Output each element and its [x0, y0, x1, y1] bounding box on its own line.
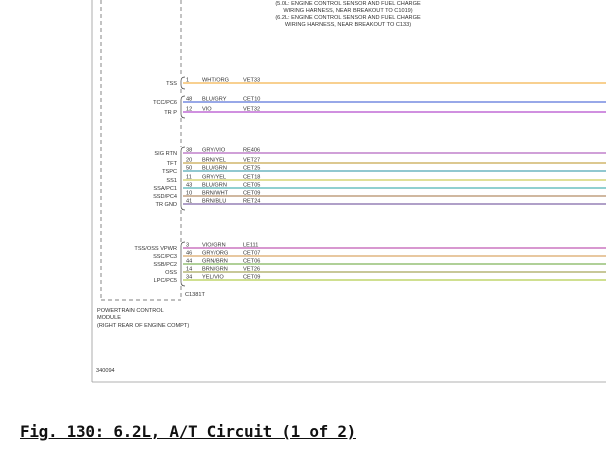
- signal-name: SIG RTN: [154, 151, 177, 157]
- wire-row: TSS1 WHT/ORG VET33: [166, 78, 606, 87]
- signal-name: SSA/PC1: [153, 186, 177, 192]
- wire-row: OSS14 BRN/GRN VET26: [165, 267, 606, 276]
- wire-row: TCC/PC648 BLU/GRY CET10: [153, 97, 606, 106]
- header-note-line: (5.0L: ENGINE CONTROL SENSOR AND FUEL CH…: [275, 1, 421, 7]
- wire-row: TFT20 BRN/YEL VET27: [167, 158, 606, 167]
- signal-name: TSS/OSS VPWR: [134, 246, 177, 252]
- wire-row: TR GND41 BRN/BLU RET24: [156, 199, 606, 208]
- signal-name: SSD/PC4: [153, 194, 177, 200]
- header-note-line: WIRING HARNESS, NEAR BREAKOUT TO C133): [285, 22, 411, 28]
- module-label-line: POWERTRAIN CONTROL: [97, 308, 164, 314]
- signal-name: SSB/PC2: [153, 262, 177, 268]
- signal-name: TR GND: [156, 202, 177, 208]
- header-note-line: (6.2L: ENGINE CONTROL SENSOR AND FUEL CH…: [275, 15, 421, 21]
- signal-name: SS1: [166, 178, 177, 184]
- connector-bracket: [180, 146, 186, 211]
- header-note-line: WIRING HARNESS, NEAR BREAKOUT TO C1019): [283, 8, 412, 14]
- wiring-diagram: (5.0L: ENGINE CONTROL SENSOR AND FUEL CH…: [91, 0, 606, 383]
- module-label: POWERTRAIN CONTROLMODULE (RIGHT REAR OF E…: [97, 308, 189, 329]
- signal-name: TSPC: [162, 169, 177, 175]
- signal-name: LPC/PC5: [154, 278, 177, 284]
- signal-name: TFT: [167, 161, 178, 167]
- wire-row: LPC/PC534 YEL/VIO CET09: [154, 275, 606, 284]
- module-label-line: (RIGHT REAR OF ENGINE COMPT): [97, 323, 189, 329]
- connector-bracket: [180, 95, 186, 119]
- header-note: (5.0L: ENGINE CONTROL SENSOR AND FUEL CH…: [275, 1, 421, 28]
- wire-row: TR P12 VIO VET32: [164, 107, 606, 116]
- figure-id: 340094: [96, 368, 115, 374]
- signal-name: OSS: [165, 270, 177, 276]
- figure-caption: Fig. 130: 6.2L, A/T Circuit (1 of 2): [20, 422, 356, 441]
- signal-name: SSC/PC3: [153, 254, 177, 260]
- wire-list: TSS1 WHT/ORG VET33TCC/PC648 BLU/GRY CET10TR …: [134, 76, 606, 287]
- wire-row: SIG RTN38 GRY/VIO RE406: [154, 148, 606, 157]
- signal-name: TSS: [166, 81, 177, 87]
- signal-name: TR P: [164, 110, 177, 116]
- wire-row: TSPC50 BLU/GRN CET25: [162, 166, 606, 175]
- wire-row: SS111 GRY/YEL CET18: [166, 175, 606, 184]
- signal-name: TCC/PC6: [153, 100, 177, 106]
- module-label-line: MODULE: [97, 315, 121, 321]
- connector-label: C1381T: [185, 292, 205, 298]
